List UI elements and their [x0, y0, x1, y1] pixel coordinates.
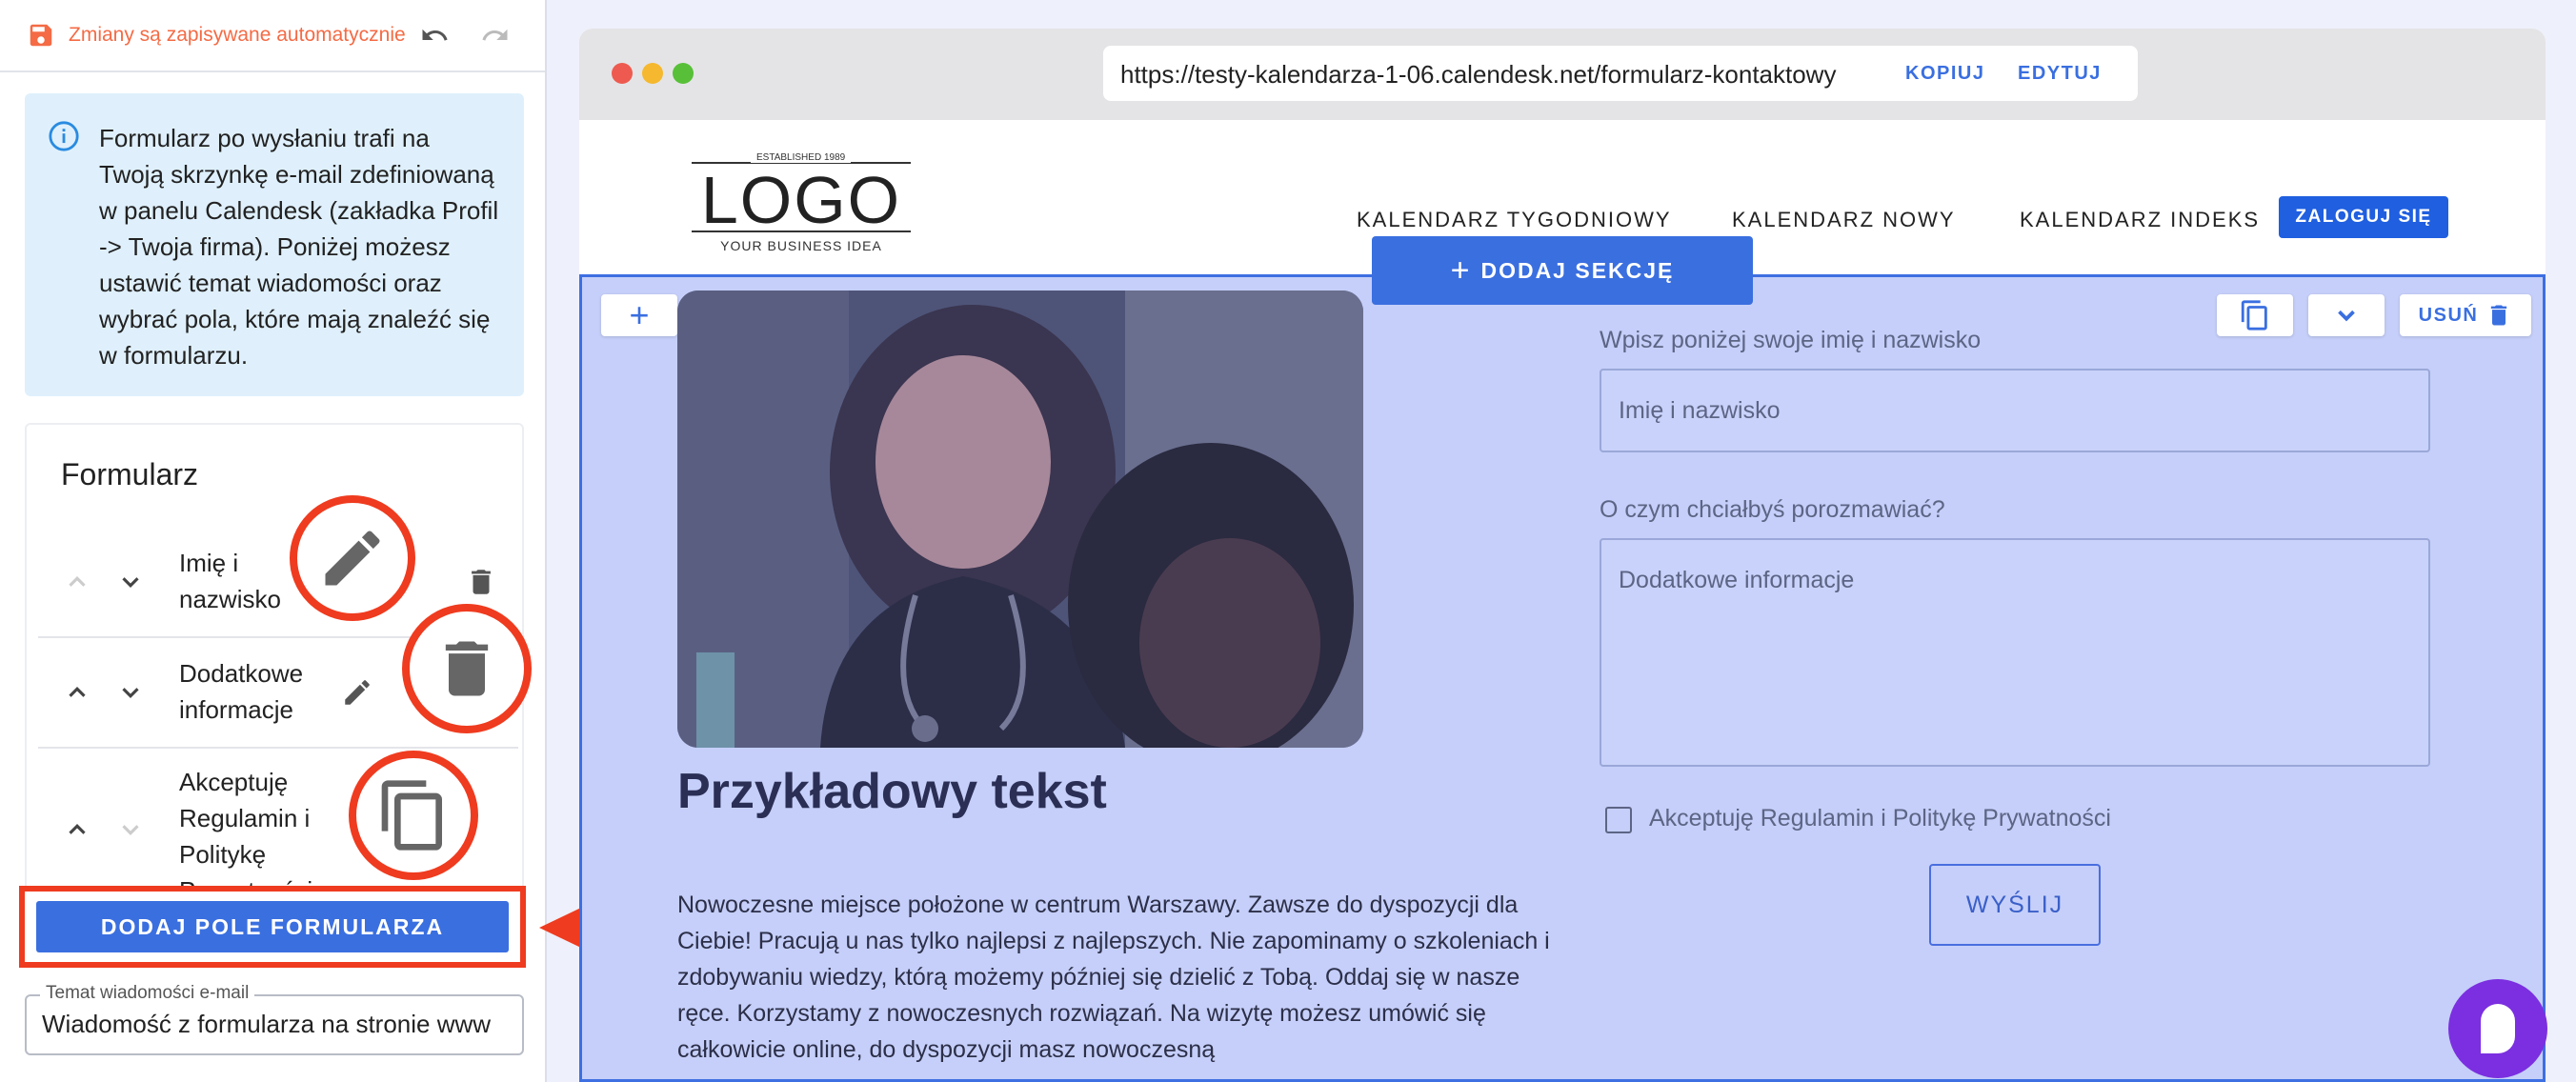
consent-label: Akceptuję Regulamin i Politykę Prywatnoś…	[1649, 805, 2111, 832]
page-url: https://testy-kalendarza-1-06.calendesk.…	[1120, 60, 1837, 89]
chevron-down-icon[interactable]	[116, 568, 145, 596]
consent-checkbox[interactable]	[1605, 807, 1632, 833]
nav-link-new-calendar[interactable]: KALENDARZ NOWY	[1732, 208, 1956, 232]
copy-icon	[2241, 300, 2267, 331]
add-field-highlight: DODAJ POLE FORMULARZA	[19, 886, 526, 968]
topic-field-label: O czym chciałbyś porozmawiać?	[1600, 496, 1945, 523]
name-input-placeholder: Imię i nazwisko	[1619, 397, 1781, 424]
delete-section-button[interactable]: USUŃ	[2400, 294, 2531, 336]
chevron-up-icon[interactable]	[63, 678, 91, 707]
redo-icon[interactable]	[478, 21, 513, 50]
website-preview: https://testy-kalendarza-1-06.calendesk.…	[579, 29, 2546, 1082]
save-icon	[30, 24, 52, 47]
edit-icon[interactable]	[341, 676, 373, 709]
logo-rule	[692, 230, 911, 232]
chevron-up-icon[interactable]	[63, 815, 91, 844]
chat-bubble-icon	[2481, 1004, 2515, 1053]
email-subject-field[interactable]: Temat wiadomości e-mail Wiadomość z form…	[25, 983, 524, 1055]
window-minimize-dot	[642, 63, 663, 84]
doctor-photo	[677, 291, 1363, 748]
site-logo[interactable]: ESTABLISHED 1989 LOGO YOUR BUSINESS IDEA	[692, 149, 911, 253]
form-field-label: Akceptuję Regulamin i Politykę Prywatnoś…	[179, 768, 312, 893]
section-heading: Przykładowy tekst	[677, 764, 1107, 819]
plus-icon: +	[1450, 251, 1472, 289]
name-input[interactable]: Imię i nazwisko	[1600, 369, 2430, 452]
address-bar: https://testy-kalendarza-1-06.calendesk.…	[1103, 46, 2138, 101]
delete-icon[interactable]	[465, 566, 497, 598]
copy-url-button[interactable]: KOPIUJ	[1905, 63, 1984, 85]
chat-widget-button[interactable]	[2448, 979, 2547, 1078]
contact-form-section[interactable]: + − USUŃ	[579, 274, 2546, 1082]
chevron-down-icon	[2338, 310, 2355, 322]
duplicate-section-button[interactable]	[2217, 294, 2293, 336]
delete-icon	[445, 641, 489, 696]
chevron-down-icon[interactable]	[116, 815, 145, 844]
form-field-label: Dodatkowe informacje	[179, 659, 304, 724]
edit-button-highlight[interactable]	[290, 495, 415, 621]
topic-textarea[interactable]: Dodatkowe informacje	[1600, 538, 2430, 767]
delete-section-label: USUŃ	[2418, 304, 2479, 326]
nav-link-index-calendar[interactable]: KALENDARZ INDEKS	[2020, 208, 2260, 232]
topic-textarea-placeholder: Dodatkowe informacje	[1619, 567, 1855, 593]
add-section-label: DODAJ SEKCJĘ	[1480, 257, 1675, 283]
copy-icon	[381, 780, 442, 851]
info-icon	[49, 121, 79, 151]
nav-link-weekly-calendar[interactable]: KALENDARZ TYGODNIOWY	[1357, 208, 1672, 232]
move-section-down-button[interactable]	[2308, 294, 2385, 336]
info-box: Formularz po wysłaniu trafi na Twoją skr…	[25, 93, 524, 396]
sidebar-topbar: Zmiany są zapisywane automatycznie	[0, 0, 545, 72]
editor-sidebar: Zmiany są zapisywane automatycznie Formu…	[0, 0, 547, 1082]
info-text: Formularz po wysłaniu trafi na Twoją skr…	[99, 124, 499, 370]
email-subject-input[interactable]: Wiadomość z formularza na stronie www	[42, 1010, 509, 1039]
delete-button-highlight[interactable]	[402, 604, 532, 733]
section-image	[677, 291, 1363, 748]
add-button[interactable]: +	[601, 294, 677, 336]
window-maximize-dot	[673, 63, 694, 84]
window-close-dot	[612, 63, 633, 84]
chevron-up-icon[interactable]	[63, 568, 91, 596]
plus-icon: +	[629, 295, 650, 334]
section-paragraph: Nowoczesne miejsce położone w centrum Wa…	[677, 892, 1550, 1063]
add-form-field-button[interactable]: DODAJ POLE FORMULARZA	[36, 901, 509, 952]
login-button[interactable]: ZALOGUJ SIĘ	[2279, 196, 2448, 238]
autosave-status: Zmiany są zapisywane automatycznie	[69, 24, 406, 46]
email-subject-label: Temat wiadomości e-mail	[40, 983, 255, 1004]
add-section-button[interactable]: + DODAJ SEKCJĘ	[1372, 236, 1753, 305]
browser-chrome: https://testy-kalendarza-1-06.calendesk.…	[579, 29, 2546, 120]
form-title: Formularz	[61, 457, 199, 491]
trash-icon	[2491, 305, 2507, 326]
logo-tagline: YOUR BUSINESS IDEA	[720, 238, 882, 253]
chevron-down-icon[interactable]	[116, 678, 145, 707]
logo-text: LOGO	[700, 163, 902, 237]
edit-icon	[325, 531, 380, 586]
submit-button[interactable]: WYŚLIJ	[1929, 864, 2101, 946]
undo-icon[interactable]	[417, 21, 452, 50]
edit-url-button[interactable]: EDYTUJ	[2018, 63, 2102, 85]
name-field-label: Wpisz poniżej swoje imię i nazwisko	[1600, 327, 1982, 353]
duplicate-button-highlight[interactable]	[349, 751, 478, 880]
